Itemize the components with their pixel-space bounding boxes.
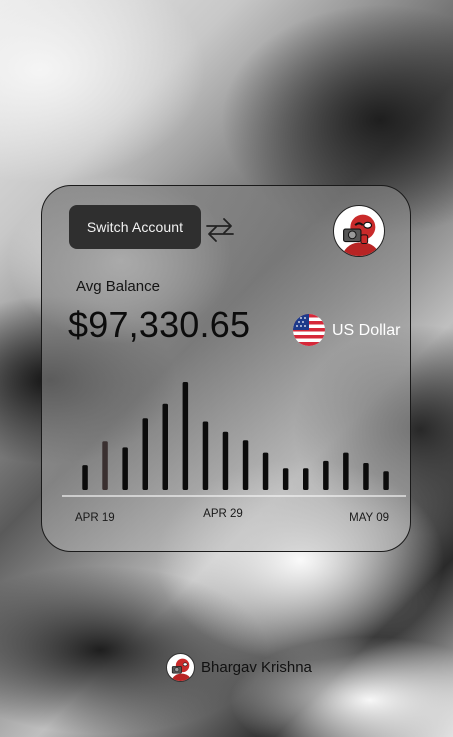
footer-avatar[interactable] bbox=[166, 653, 195, 682]
chart-bar[interactable] bbox=[363, 463, 369, 490]
chart-bar[interactable] bbox=[202, 421, 209, 491]
balance-amount: $97,330.65 bbox=[68, 304, 251, 345]
currency-name: US Dollar bbox=[332, 322, 401, 339]
switch-account-label: Switch Account bbox=[86, 219, 184, 235]
avatar[interactable] bbox=[333, 205, 385, 257]
us-flag-icon bbox=[293, 314, 325, 346]
chart-bar[interactable] bbox=[102, 441, 108, 490]
chart-bar[interactable] bbox=[242, 440, 249, 490]
chart-bar[interactable] bbox=[282, 468, 289, 490]
balance-card: Switch Account Avg Balance $97,330.65 US… bbox=[41, 185, 411, 552]
swap-arrows-icon[interactable] bbox=[204, 215, 236, 245]
chart-bar[interactable] bbox=[82, 465, 88, 490]
footer-user-name: Bhargav Krishna bbox=[201, 659, 312, 676]
chart-tick-label: APR 19 bbox=[75, 512, 115, 524]
switch-account-button[interactable]: Switch Account bbox=[69, 205, 201, 249]
chart-bar[interactable] bbox=[142, 418, 149, 490]
chart-bar[interactable] bbox=[343, 452, 349, 490]
chart-bar[interactable] bbox=[323, 460, 329, 490]
balance-chart: APR 19 APR 29 MAY 09 bbox=[62, 382, 406, 524]
chart-bar[interactable] bbox=[122, 447, 128, 490]
chart-bar[interactable] bbox=[262, 452, 269, 490]
chart-bar[interactable] bbox=[182, 382, 189, 490]
chart-bar[interactable] bbox=[303, 468, 309, 490]
user-avatar-icon bbox=[341, 214, 381, 256]
chart-bar[interactable] bbox=[162, 403, 169, 490]
user-avatar-icon bbox=[171, 658, 192, 681]
chart-tick-label: MAY 09 bbox=[349, 512, 389, 524]
avg-balance-label: Avg Balance bbox=[76, 278, 160, 295]
chart-tick-label: APR 29 bbox=[203, 508, 243, 520]
chart-bar[interactable] bbox=[222, 431, 229, 490]
chart-bar[interactable] bbox=[383, 471, 389, 490]
